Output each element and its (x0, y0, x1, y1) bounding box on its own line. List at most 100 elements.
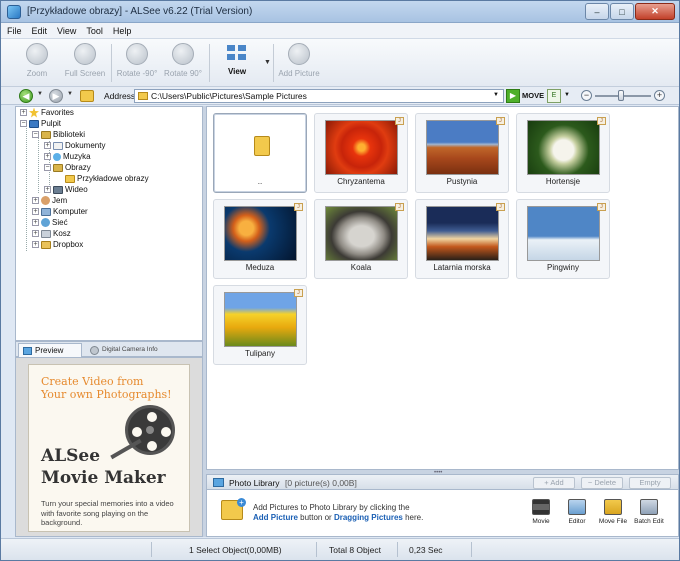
add-picture-button[interactable]: Add Picture (275, 43, 323, 83)
expand-icon[interactable]: + (32, 241, 39, 248)
thumbnail-item[interactable]: J Pustynia (415, 113, 509, 193)
photo-library-drop-area[interactable]: + Add Pictures to Photo Library by click… (206, 490, 679, 537)
thumbnail-label: Pustynia (446, 177, 478, 186)
back-arrow-icon[interactable]: ◀ (19, 89, 33, 103)
menu-tool[interactable]: Tool (86, 26, 103, 36)
collapse-icon[interactable]: − (20, 120, 27, 127)
expand-icon[interactable]: + (32, 219, 39, 226)
tab-digital-camera-info[interactable]: Digital Camera Info (86, 343, 166, 357)
zoom-out-icon[interactable]: − (581, 90, 592, 101)
move-file-button[interactable]: Move File (596, 499, 630, 525)
rotate-left-button[interactable]: Rotate -90° (113, 43, 161, 83)
collapse-icon[interactable]: − (44, 164, 51, 171)
tree-item-favorites[interactable]: + Favorites (20, 107, 74, 118)
tree-item-dokumenty[interactable]: + Dokumenty (44, 140, 105, 151)
tree-item-label: Przykładowe obrazy (77, 174, 149, 183)
view-button[interactable]: View (213, 43, 261, 83)
tab-preview[interactable]: Preview (18, 343, 82, 357)
photo-library-count: [0 picture(s) 0,00B] (285, 478, 357, 488)
add-picture-link[interactable]: Add Picture (253, 513, 298, 522)
move-go-icon[interactable]: ▶ (506, 89, 520, 103)
thumbnail-image (224, 292, 297, 347)
collapse-icon[interactable]: − (32, 131, 39, 138)
library-empty-button[interactable]: Empty (629, 477, 671, 489)
sort-icon[interactable]: E (547, 89, 561, 103)
sort-dropdown-icon[interactable]: ▼ (564, 92, 570, 98)
menu-help[interactable]: Help (113, 26, 132, 36)
tree-item-biblioteki[interactable]: − Biblioteki (32, 129, 85, 140)
rotate-left-icon (126, 43, 148, 65)
movie-maker-ad[interactable]: Create Video from Your own Photographs! … (28, 364, 190, 532)
thumbnail-item[interactable]: J Latarnia morska (415, 199, 509, 279)
address-input[interactable]: C:\Users\Public\Pictures\Sample Pictures (134, 89, 504, 103)
thumbnail-label: Koala (350, 263, 372, 272)
forward-arrow-icon[interactable]: ▶ (49, 89, 63, 103)
tree-item-wideo[interactable]: + Wideo (44, 184, 88, 195)
dragging-pictures-link[interactable]: Dragging Pictures (334, 513, 403, 522)
library-delete-button[interactable]: − Delete (581, 477, 623, 489)
expand-icon[interactable]: + (44, 186, 51, 193)
thumbnail-image (426, 206, 499, 261)
expand-icon[interactable]: + (44, 142, 51, 149)
reel-hub (146, 426, 154, 434)
tree-item-muzyka[interactable]: + Muzyka (44, 151, 91, 162)
expand-icon[interactable]: + (20, 109, 27, 116)
move-label[interactable]: MOVE (522, 91, 544, 100)
expand-icon[interactable]: + (32, 197, 39, 204)
tree-item-siec[interactable]: + Sieć (32, 217, 68, 228)
trash-icon (41, 229, 51, 238)
library-message-line-1: Add Pictures to Photo Library by clickin… (253, 503, 410, 512)
forward-history-dropdown-icon[interactable]: ▼ (67, 91, 73, 97)
zoom-button[interactable]: Zoom (13, 43, 61, 83)
back-history-dropdown-icon[interactable]: ▼ (37, 91, 43, 97)
tree-item-label: Dokumenty (65, 141, 106, 150)
title-bar[interactable]: [Przykładowe obrazy] - ALSee v6.22 (Tria… (1, 1, 679, 23)
menu-edit[interactable]: Edit (32, 26, 48, 36)
batch-edit-button[interactable]: Batch Edit (632, 499, 666, 525)
minimize-button[interactable]: – (585, 3, 609, 20)
tree-item-jem[interactable]: + Jem (32, 195, 67, 206)
tree-item-pulpit[interactable]: − Pulpit (20, 118, 61, 129)
thumbnail-item[interactable]: J Pingwiny (516, 199, 610, 279)
editor-button[interactable]: Editor (560, 499, 594, 525)
tree-item-label: Komputer (53, 207, 88, 216)
up-folder-icon[interactable] (80, 90, 94, 102)
view-label: View (227, 67, 247, 76)
thumbnail-image (426, 120, 499, 175)
thumbnail-item[interactable]: J Tulipany (213, 285, 307, 365)
tree-item-label: Jem (52, 196, 68, 205)
jpg-badge-icon: J (496, 117, 505, 125)
thumbnail-parent-folder[interactable]: .. (213, 113, 307, 193)
thumbnail-item[interactable]: J Koala (314, 199, 408, 279)
toolbar-separator (209, 44, 210, 82)
tree-item-kosz[interactable]: + Kosz (32, 228, 71, 239)
library-add-button[interactable]: + Add (533, 477, 575, 489)
tree-item-przykladowe-obrazy[interactable]: Przykładowe obrazy (56, 173, 149, 184)
expand-icon[interactable]: + (44, 153, 51, 160)
thumbnail-size-slider-thumb[interactable] (618, 90, 624, 101)
zoom-in-icon[interactable]: + (654, 90, 665, 101)
expand-icon[interactable]: + (32, 230, 39, 237)
expand-icon[interactable]: + (32, 208, 39, 215)
address-folder-icon (138, 92, 148, 100)
address-dropdown-icon[interactable]: ▼ (493, 92, 499, 98)
rotate-right-button[interactable]: Rotate 90° (159, 43, 207, 83)
tree-item-dropbox[interactable]: + Dropbox (32, 239, 83, 250)
movie-button[interactable]: Movie (524, 499, 558, 525)
thumbnail-item[interactable]: J Chryzantema (314, 113, 408, 193)
thumbnail-label: Meduza (245, 263, 275, 272)
jpg-badge-icon: J (294, 203, 303, 211)
full-screen-button[interactable]: Full Screen (61, 43, 109, 83)
view-dropdown-arrow-icon[interactable]: ▼ (264, 59, 271, 66)
thumbnail-item[interactable]: J Meduza (213, 199, 307, 279)
movie-label: Movie (532, 518, 550, 525)
thumbnail-item[interactable]: J Hortensje (516, 113, 610, 193)
menu-file[interactable]: File (7, 26, 22, 36)
tree-item-obrazy[interactable]: − Obrazy (44, 162, 91, 173)
menu-view[interactable]: View (57, 26, 76, 36)
tree-item-komputer[interactable]: + Komputer (32, 206, 88, 217)
move-file-label: Move File (598, 518, 628, 525)
maximize-button[interactable]: □ (610, 3, 634, 20)
parent-folder-icon (254, 136, 270, 156)
close-button[interactable]: ✕ (635, 3, 675, 20)
